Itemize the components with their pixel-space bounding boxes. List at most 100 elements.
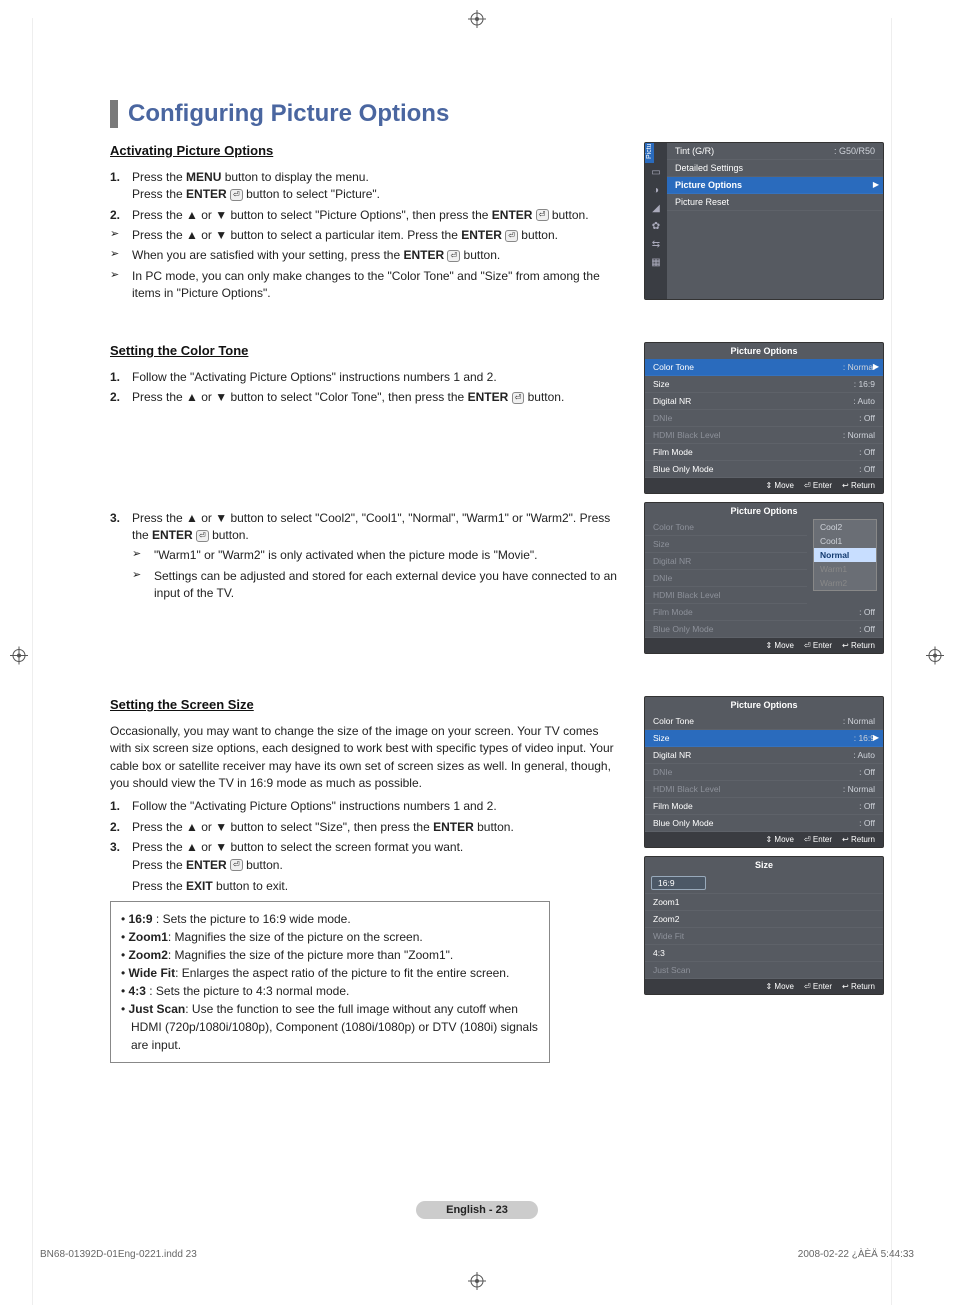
dropdown-option: Cool2 [814,520,876,534]
page-number: English - 23 [0,1201,954,1219]
osd-row: 4:3 [645,945,883,962]
section-heading-color-tone: Setting the Color Tone [110,342,622,361]
step-body: Follow the "Activating Picture Options" … [132,369,622,386]
osd-row-selected: Picture Options▶ [667,177,883,194]
registration-mark-icon [468,1272,486,1295]
osd-picture-options-dropdown: Picture Options Color Tone Size Digital … [644,502,884,654]
osd-picture-options-size: Picture Options Color Tone: Normal Size:… [644,696,884,848]
osd-tab-picture: Picture [645,143,654,163]
osd-row: Size: 16:9 [645,376,883,393]
step-number: 1. [110,369,132,386]
osd-row: HDMI Black Level: Normal [645,781,883,798]
osd-row: HDMI Black Level [645,587,807,604]
step-number: 2. [110,389,132,406]
osd-row: Digital NR [645,553,807,570]
osd-row: HDMI Black Level: Normal [645,427,883,444]
osd-row: Blue Only Mode: Off [645,621,883,638]
section-heading-screen-size: Setting the Screen Size [110,696,622,715]
step-number: 3. [110,510,132,545]
step-number: 2. [110,207,132,224]
note-arrow-icon: ➢ [132,547,154,564]
osd-row-selected: Color Tone: Normal▶ [645,359,883,376]
footer-timestamp: 2008-02-22 ¿ÀÈÄ 5:44:33 [798,1249,914,1260]
osd-row: Just Scan [645,962,883,979]
dropdown-option: Warm1 [814,562,876,576]
osd-row: Wide Fit [645,928,883,945]
note-text: Press the ▲ or ▼ button to select a part… [132,227,622,244]
osd-footer: ⇕ Move⏎ Enter↩ Return [645,832,883,847]
osd-row: Zoom2 [645,911,883,928]
osd-row: Digital NR: Auto [645,747,883,764]
page-title: Configuring Picture Options [128,100,449,128]
osd-dropdown: Cool2 Cool1 Normal Warm1 Warm2 [813,519,877,591]
bullet-item: • Just Scan: Use the function to see the… [121,1000,539,1054]
bullet-item: • Zoom1: Magnifies the size of the pictu… [121,928,539,946]
chevron-right-icon: ▶ [873,733,879,742]
enter-icon: ⏎ [505,230,518,242]
step-body: Press the ▲ or ▼ button to select "Cool2… [132,510,622,545]
step-number: 2. [110,819,132,836]
bullet-item: • Zoom2: Magnifies the size of the pictu… [121,946,539,964]
osd-main-menu: Picture ▭ ◑ ◢ ✿ ⇆ ▦ Tint (G/R): G50/R50 … [644,142,884,300]
note-arrow-icon: ➢ [110,247,132,264]
osd-row: Blue Only Mode: Off [645,815,883,832]
osd-option-selected: 16:9 [651,876,706,890]
bullet-item: • 4:3 : Sets the picture to 4:3 normal m… [121,982,539,1000]
osd-row: Zoom1 [645,894,883,911]
step-number: 1. [110,169,132,204]
osd-row: Tint (G/R): G50/R50 [667,143,883,160]
osd-picture-options: Picture Options Color Tone: Normal▶ Size… [644,342,884,494]
bullet-item: • Wide Fit: Enlarges the aspect ratio of… [121,964,539,982]
dropdown-option: Cool1 [814,534,876,548]
osd-title: Size [645,857,883,873]
osd-row: Size [645,536,807,553]
osd-title: Picture Options [645,343,883,359]
osd-row: Color Tone [645,519,807,536]
monitor-icon: ▭ [645,163,667,181]
chevron-right-icon: ▶ [873,180,879,189]
enter-icon: ⏎ [536,209,549,221]
note-text: In PC mode, you can only make changes to… [132,268,622,303]
chevron-right-icon: ▶ [873,362,879,371]
osd-row: Film Mode: Off [645,444,883,461]
footer-indd: BN68-01392D-01Eng-0221.indd 23 [40,1249,197,1260]
step-body: Press the ▲ or ▼ button to select "Pictu… [132,207,622,224]
osd-title: Picture Options [645,503,883,519]
input-icon: ⇆ [645,235,667,253]
osd-row: Blue Only Mode: Off [645,461,883,478]
osd-row: Color Tone: Normal [645,713,883,730]
note-text: "Warm1" or "Warm2" is only activated whe… [154,547,622,564]
registration-mark-icon [10,646,28,669]
enter-icon: ⏎ [512,392,525,404]
step-body: Press the ▲ or ▼ button to select "Color… [132,389,622,406]
osd-row: Detailed Settings [667,160,883,177]
osd-footer: ⇕ Move⏎ Enter↩ Return [645,638,883,653]
osd-row: DNIe: Off [645,764,883,781]
note-arrow-icon: ➢ [110,227,132,244]
osd-footer: ⇕ Move⏎ Enter↩ Return [645,478,883,493]
osd-footer: ⇕ Move⏎ Enter↩ Return [645,979,883,994]
step-body: Follow the "Activating Picture Options" … [132,798,622,815]
osd-row: DNIe: Off [645,410,883,427]
enter-icon: ⏎ [196,530,209,542]
note-text: When you are satisfied with your setting… [132,247,622,264]
sound-icon: ◑ [645,181,667,199]
note-text: Settings can be adjusted and stored for … [154,568,622,603]
osd-title: Picture Options [645,697,883,713]
osd-size-menu: Size 16:9 Zoom1 Zoom2 Wide Fit 4:3 Just … [644,856,884,995]
setup-icon: ✿ [645,217,667,235]
osd-row-selected: Size: 16:9▶ [645,730,883,747]
osd-row: Digital NR: Auto [645,393,883,410]
enter-icon: ⏎ [230,189,243,201]
step-number: 1. [110,798,132,815]
enter-icon: ⏎ [230,859,243,871]
application-icon: ▦ [645,253,667,271]
size-options-box: • 16:9 : Sets the picture to 16:9 wide m… [110,901,550,1063]
osd-row: Picture Reset [667,194,883,211]
section-heading-activating: Activating Picture Options [110,142,622,161]
osd-row: 16:9 [645,873,883,894]
step-body: Press the ▲ or ▼ button to select "Size"… [132,819,622,836]
osd-row: Film Mode: Off [645,798,883,815]
note-arrow-icon: ➢ [132,568,154,603]
registration-mark-icon [926,646,944,669]
